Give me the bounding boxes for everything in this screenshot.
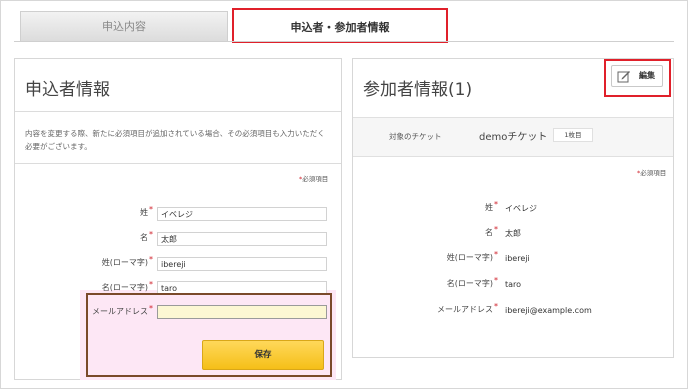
tab-applicant-participant-info[interactable]: 申込者・参加者情報 [232, 8, 448, 43]
participant-last-name-roman-value: ibereji [505, 254, 530, 263]
divider [15, 111, 341, 112]
participant-first-name-value: 太郎 [505, 229, 521, 238]
edit-highlight-box [604, 59, 671, 97]
participant-last-name-value: イベレジ [505, 204, 537, 213]
last-name-label: 姓* [140, 205, 153, 217]
notice-text: 内容を変更する際、新たに必須項目が追加されている場合、その必須項目も入力いただく… [25, 129, 325, 151]
participant-email-value: ibereji@example.com [505, 306, 592, 315]
last-name-roman-input[interactable] [157, 257, 327, 271]
first-name-roman-label: 名(ローマ字)* [101, 280, 153, 292]
participant-title: 参加者情報(1) [363, 80, 473, 100]
divider [15, 163, 341, 164]
required-note: *必須項目 [299, 175, 329, 183]
tabs-divider [14, 41, 674, 42]
applicant-title: 申込者情報 [25, 80, 110, 100]
participant-first-name-roman-value: taro [505, 280, 522, 289]
last-name-roman-label: 姓(ローマ字)* [101, 255, 153, 267]
participant-last-name-label: 姓* [485, 200, 498, 212]
first-name-input[interactable] [157, 232, 327, 246]
participant-last-name-roman-label: 姓(ローマ字)* [446, 250, 498, 262]
email-save-highlight-box [86, 293, 332, 377]
ticket-row: 対象のチケット demoチケット 1枚目 [353, 117, 673, 157]
tab-application-details[interactable]: 申込内容 [20, 11, 228, 41]
participant-first-name-roman-label: 名(ローマ字)* [446, 276, 498, 288]
last-name-input[interactable] [157, 207, 327, 221]
ticket-count-badge: 1枚目 [553, 128, 593, 142]
required-note: *必須項目 [637, 169, 667, 177]
ticket-label: 対象のチケット [389, 132, 442, 141]
ticket-name: demoチケット [479, 132, 548, 143]
participant-first-name-label: 名* [485, 225, 498, 237]
participant-email-label: メールアドレス* [437, 302, 498, 314]
first-name-label: 名* [140, 230, 153, 242]
